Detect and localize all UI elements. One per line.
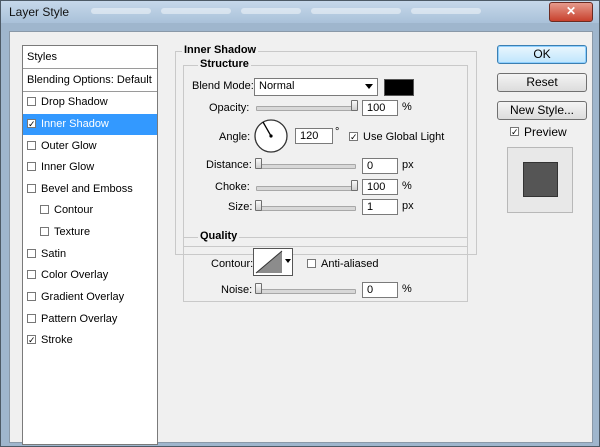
distance-slider-thumb[interactable] [255,158,262,169]
style-item-bevel-and-emboss[interactable]: Bevel and Emboss [23,179,157,200]
size-slider-thumb[interactable] [255,200,262,211]
choke-unit: % [402,180,412,192]
style-item-gradient-overlay[interactable]: Gradient Overlay [23,287,157,308]
pattern-overlay-checkbox[interactable] [27,314,36,323]
shadow-color-swatch[interactable] [384,79,414,96]
contour-preview-icon [255,250,283,274]
noise-slider-track[interactable] [256,289,356,294]
preview-swatch [523,162,558,197]
style-item-inner-shadow[interactable]: ✓ Inner Shadow [23,114,157,135]
size-input[interactable]: 1 [362,199,398,215]
anti-aliased-checkbox[interactable] [307,259,316,268]
satin-checkbox[interactable] [27,249,36,258]
opacity-slider-thumb[interactable] [351,100,358,111]
opacity-unit: % [402,101,412,113]
preview-checkbox[interactable]: ✓ [510,127,519,137]
background-blur [241,8,301,14]
angle-input[interactable]: 120 [295,128,333,144]
structure-title: Structure [198,58,251,70]
stroke-checkbox[interactable]: ✓ [27,335,36,345]
choke-label: Choke: [215,181,250,193]
blend-mode-select[interactable]: Normal [254,78,378,96]
use-global-light-label: Use Global Light [363,131,445,143]
styles-list: Styles Blending Options: Default Drop Sh… [22,45,158,445]
close-button[interactable]: ✕ [549,2,593,22]
noise-unit: % [402,283,412,295]
background-blur [91,8,151,14]
contour-checkbox[interactable] [40,205,49,214]
background-blur [311,8,401,14]
window-title: Layer Style [9,5,70,19]
ok-button[interactable]: OK [497,45,587,64]
close-icon: ✕ [565,4,577,18]
choke-input[interactable]: 100 [362,179,398,195]
inner-shadow-checkbox[interactable]: ✓ [27,119,36,129]
style-item-inner-glow[interactable]: Inner Glow [23,157,157,178]
angle-unit: ° [335,126,340,138]
inner-shadow-title: Inner Shadow [182,44,259,56]
size-unit: px [402,200,414,212]
style-item-satin[interactable]: Satin [23,244,157,265]
inner-glow-checkbox[interactable] [27,162,36,171]
blend-mode-label: Blend Mode: [192,80,254,92]
use-global-light-checkbox[interactable]: ✓ [349,132,358,142]
distance-input[interactable]: 0 [362,158,398,174]
styles-header[interactable]: Styles [23,46,157,69]
quality-title: Quality [198,230,240,242]
color-overlay-checkbox[interactable] [27,270,36,279]
style-item-contour[interactable]: Contour [23,200,157,221]
bevel-and-emboss-checkbox[interactable] [27,184,36,193]
style-item-stroke[interactable]: ✓ Stroke [23,330,157,351]
size-slider-track[interactable] [256,206,356,211]
distance-label: Distance: [206,159,252,171]
blending-options-item[interactable]: Blending Options: Default [23,69,157,92]
angle-label: Angle: [219,131,251,143]
chevron-down-icon [365,84,373,89]
contour-label: Contour: [211,258,254,270]
new-style-button[interactable]: New Style... [497,101,587,120]
opacity-input[interactable]: 100 [362,100,398,116]
opacity-label: Opacity: [209,102,250,114]
preview-label: Preview [524,125,567,139]
dialog-body: Styles Blending Options: Default Drop Sh… [9,31,593,445]
anti-aliased-label: Anti-aliased [321,258,379,270]
opacity-slider-track[interactable] [256,106,356,111]
angle-dial[interactable] [253,118,289,157]
drop-shadow-checkbox[interactable] [27,97,36,106]
layer-style-dialog: Layer Style ✕ Styles Blending Options: D… [0,0,600,447]
background-blur [161,8,231,14]
style-item-drop-shadow[interactable]: Drop Shadow [23,92,157,113]
preview-thumbnail [507,147,573,213]
distance-slider-track[interactable] [256,164,356,169]
chevron-down-icon [285,259,291,263]
outer-glow-checkbox[interactable] [27,141,36,150]
gradient-overlay-checkbox[interactable] [27,292,36,301]
reset-button[interactable]: Reset [497,73,587,92]
style-item-color-overlay[interactable]: Color Overlay [23,265,157,286]
title-bar[interactable]: Layer Style ✕ [1,1,599,23]
noise-slider-thumb[interactable] [255,283,262,294]
style-item-outer-glow[interactable]: Outer Glow [23,136,157,157]
style-item-pattern-overlay[interactable]: Pattern Overlay [23,309,157,330]
distance-unit: px [402,159,414,171]
background-blur [411,8,481,14]
choke-slider-thumb[interactable] [351,180,358,191]
style-item-texture[interactable]: Texture [23,222,157,243]
size-label: Size: [228,201,253,213]
choke-slider-track[interactable] [256,186,356,191]
noise-label: Noise: [221,284,253,296]
texture-checkbox[interactable] [40,227,49,236]
noise-input[interactable]: 0 [362,282,398,298]
contour-picker[interactable] [253,248,293,276]
